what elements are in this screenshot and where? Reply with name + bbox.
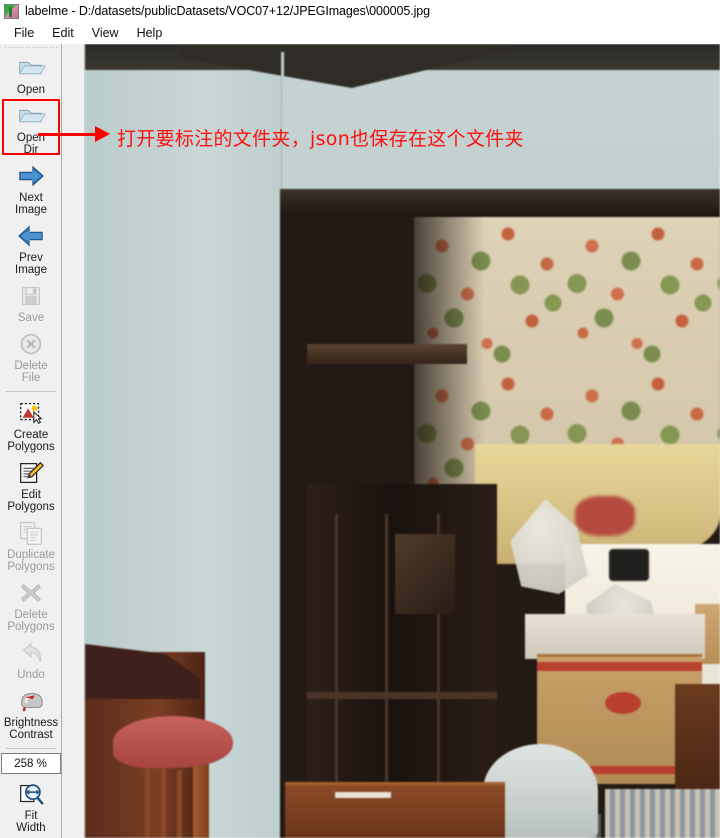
zoom-level-input[interactable]: 258 % bbox=[0, 753, 61, 774]
toolbar-label-save: Save bbox=[17, 312, 45, 324]
toolbar-label-create-polygons: Create Polygons bbox=[7, 429, 55, 453]
toolbar-label-brightness-contrast: Brightness Contrast bbox=[3, 717, 59, 741]
toolbar-button-brightness-contrast[interactable]: Brightness Contrast bbox=[0, 684, 61, 744]
annotation-arrow-line bbox=[38, 133, 100, 136]
toolbar-button-undo[interactable]: Undo bbox=[0, 636, 61, 684]
toolbar-label-duplicate-polygons: Duplicate Polygons bbox=[7, 549, 55, 573]
edit-polygon-pencil-icon bbox=[20, 461, 44, 483]
toolbar-label-delete-file: Delete File bbox=[14, 360, 48, 384]
floppy-disk-icon bbox=[22, 287, 40, 305]
toolbar-button-delete-polygons[interactable]: Delete Polygons bbox=[0, 576, 61, 636]
menu-bar: File Edit View Help bbox=[0, 22, 720, 44]
toolbar-button-open-dir[interactable]: Open Dir bbox=[0, 99, 61, 159]
brightness-sphere-icon bbox=[21, 693, 43, 712]
open-dir-folder-icon bbox=[18, 109, 46, 123]
create-polygon-icon bbox=[20, 402, 43, 425]
labelme-app-icon bbox=[4, 3, 19, 19]
toolbar-drag-handle[interactable] bbox=[0, 44, 61, 51]
toolbar-button-prev-image[interactable]: Prev Image bbox=[0, 219, 61, 279]
toolbar-label-fit-width: Fit Width bbox=[16, 810, 46, 834]
x-cross-icon bbox=[21, 583, 41, 603]
left-toolbar: Open Open Dir Next Image Prev Image Save… bbox=[0, 44, 62, 838]
menu-item-view[interactable]: View bbox=[83, 24, 128, 42]
toolbar-button-edit-polygons[interactable]: Edit Polygons bbox=[0, 456, 61, 516]
menu-item-file[interactable]: File bbox=[5, 24, 43, 42]
duplicate-pages-icon bbox=[20, 522, 42, 545]
undo-arrow-icon bbox=[22, 642, 41, 662]
toolbar-button-delete-file[interactable]: Delete File bbox=[0, 327, 61, 387]
image-canvas[interactable] bbox=[63, 44, 720, 838]
toolbar-label-undo: Undo bbox=[17, 669, 45, 681]
toolbar-label-next-image: Next Image bbox=[15, 192, 47, 216]
menu-item-edit[interactable]: Edit bbox=[43, 24, 83, 42]
annotated-photo[interactable] bbox=[85, 44, 720, 838]
canvas-left-gutter bbox=[63, 44, 85, 838]
toolbar-separator-2 bbox=[5, 748, 56, 749]
toolbar-button-fit-width[interactable]: Fit Width bbox=[0, 777, 61, 837]
menu-item-help[interactable]: Help bbox=[128, 24, 172, 42]
toolbar-separator-1 bbox=[5, 391, 56, 392]
window-title: labelme - D:/datasets/publicDatasets/VOC… bbox=[25, 4, 430, 18]
circle-x-icon bbox=[20, 333, 42, 355]
toolbar-label-edit-polygons: Edit Polygons bbox=[7, 489, 55, 513]
toolbar-button-next-image[interactable]: Next Image bbox=[0, 159, 61, 219]
title-bar: labelme - D:/datasets/publicDatasets/VOC… bbox=[0, 0, 720, 22]
arrow-right-icon bbox=[19, 165, 44, 187]
toolbar-label-prev-image: Prev Image bbox=[15, 252, 47, 276]
annotation-text: 打开要标注的文件夹，json也保存在这个文件夹 bbox=[117, 128, 524, 150]
toolbar-label-delete-polygons: Delete Polygons bbox=[7, 609, 55, 633]
labelme-window: labelme - D:/datasets/publicDatasets/VOC… bbox=[0, 0, 720, 838]
fit-width-magnifier-icon bbox=[20, 784, 44, 805]
toolbar-button-create-polygons[interactable]: Create Polygons bbox=[0, 396, 61, 456]
toolbar-button-open[interactable]: Open bbox=[0, 51, 61, 99]
toolbar-button-save[interactable]: Save bbox=[0, 279, 61, 327]
annotation-arrow-head-icon bbox=[95, 126, 110, 142]
open-folder-icon bbox=[18, 61, 46, 75]
toolbar-label-open: Open bbox=[16, 84, 46, 96]
toolbar-button-duplicate-polygons[interactable]: Duplicate Polygons bbox=[0, 516, 61, 576]
arrow-left-icon bbox=[18, 225, 43, 247]
